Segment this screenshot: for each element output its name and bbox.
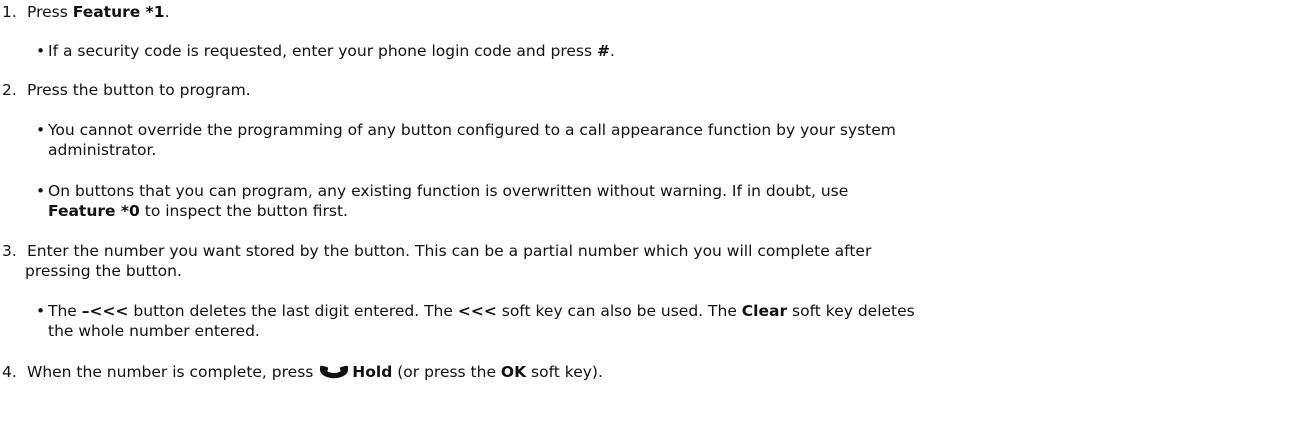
bullet-item: • The –<<< button deletes the last digit…	[36, 301, 1286, 341]
step-4: 4. When the number is complete, press Hol…	[0, 362, 603, 382]
bullet-marker: •	[36, 121, 46, 139]
step-3: 3. Enter the number you want stored by th…	[0, 241, 871, 261]
bullet-text: On buttons that you can program, any exi…	[48, 182, 849, 220]
hold-key-label: Hold	[352, 363, 393, 381]
feature-code: Feature *0	[48, 202, 140, 220]
handset-icon	[320, 365, 349, 378]
step-text: Press the button to program.	[27, 81, 251, 99]
ok-softkey-label: OK	[500, 363, 527, 381]
feature-code: Feature *1	[72, 3, 165, 21]
step-2: 2. Press the button to program.	[0, 80, 251, 100]
step-1: 1. Press Feature *1.	[0, 2, 170, 22]
step-number: 2.	[2, 81, 17, 99]
bullet-item: • If a security code is requested, enter…	[36, 41, 1286, 61]
clear-softkey-label: Clear	[741, 302, 788, 320]
backspace-softkey-label: <<<	[457, 302, 497, 320]
step-text: Press Feature *1.	[27, 3, 170, 21]
delete-key-label: –<<<	[81, 302, 129, 320]
step-number: 3.	[2, 242, 17, 260]
step-3-continuation: pressing the button.	[25, 262, 182, 280]
step-number: 1.	[2, 3, 17, 21]
step-number: 4.	[2, 363, 17, 381]
hash-key: #	[597, 42, 611, 60]
step-text: Enter the number you want stored by the …	[27, 242, 872, 260]
bullet-text: You cannot override the programming of a…	[48, 121, 896, 159]
bullet-text: The –<<< button deletes the last digit e…	[48, 302, 915, 340]
bullet-marker: •	[36, 182, 46, 200]
bullet-marker: •	[36, 302, 46, 320]
bullet-text: If a security code is requested, enter y…	[48, 42, 615, 60]
step-text: When the number is complete, press Hold …	[27, 363, 603, 381]
bullet-marker: •	[36, 42, 46, 60]
instruction-document: 1. Press Feature *1. • If a security code…	[0, 0, 1289, 442]
bullet-item: • On buttons that you can program, any e…	[36, 181, 1286, 221]
bullet-item: • You cannot override the programming of…	[36, 120, 1286, 160]
